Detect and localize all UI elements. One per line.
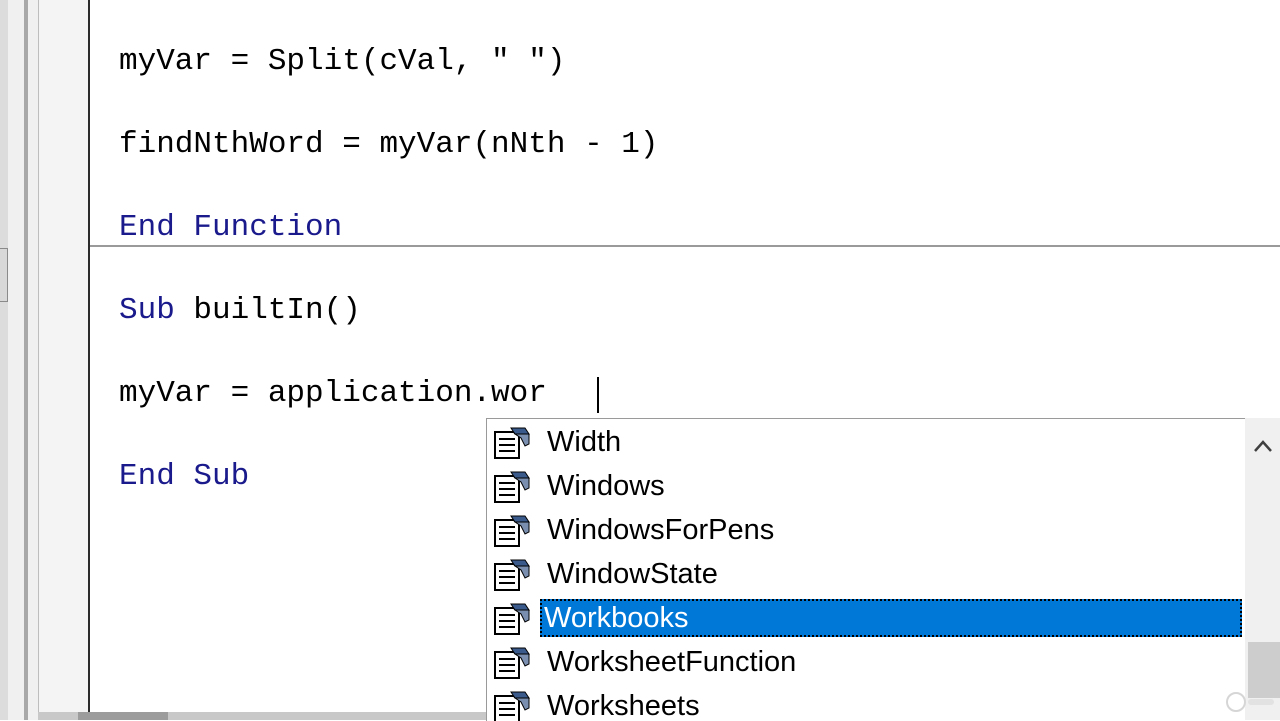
horizontal-scrollbar[interactable] bbox=[38, 712, 488, 720]
procedure-separator bbox=[90, 245, 1280, 247]
autocomplete-item[interactable]: WindowState bbox=[487, 553, 1247, 597]
keyword-function: Function bbox=[193, 210, 343, 245]
horizontal-scroll-thumb[interactable] bbox=[78, 712, 168, 720]
autocomplete-item-label: Width bbox=[547, 426, 622, 458]
autocomplete-item[interactable]: Worksheets bbox=[487, 685, 1247, 721]
autocomplete-item-label: WindowsForPens bbox=[547, 514, 775, 546]
keyword-end: End bbox=[119, 210, 175, 245]
property-icon bbox=[491, 470, 533, 504]
property-icon bbox=[491, 426, 533, 460]
code-line-current[interactable]: myVar = application.wor bbox=[119, 376, 547, 412]
scroll-up-icon[interactable] bbox=[1245, 426, 1280, 466]
keyword-sub: Sub bbox=[119, 293, 175, 328]
code-line-end-function[interactable]: End Function bbox=[119, 210, 342, 246]
property-icon bbox=[491, 690, 533, 721]
pane-scroll-button[interactable] bbox=[0, 248, 8, 302]
project-pane-edge bbox=[0, 0, 39, 720]
code-line-sub-builtin[interactable]: Sub builtIn() bbox=[119, 293, 361, 329]
code-line-findnthword[interactable]: findNthWord = myVar(nNth - 1) bbox=[119, 127, 659, 163]
keyword-sub: Sub bbox=[193, 459, 250, 494]
autocomplete-scrollbar[interactable] bbox=[1245, 418, 1280, 720]
autocomplete-item[interactable]: WorksheetFunction bbox=[487, 641, 1247, 685]
autocomplete-item[interactable]: WindowsForPens bbox=[487, 509, 1247, 553]
property-icon bbox=[491, 602, 533, 636]
autocomplete-item-label: Worksheets bbox=[547, 690, 700, 721]
property-icon bbox=[491, 558, 533, 592]
code-line-end-sub[interactable]: End Sub bbox=[119, 459, 249, 495]
autocomplete-item-label: Workbooks bbox=[540, 599, 1242, 637]
autocomplete-item[interactable]: Workbooks bbox=[487, 597, 1247, 641]
margin-indicator-bar[interactable] bbox=[39, 0, 90, 720]
autocomplete-item-label: WindowState bbox=[547, 558, 718, 590]
autocomplete-item[interactable]: Width bbox=[487, 421, 1247, 465]
property-icon bbox=[491, 514, 533, 548]
pane-splitter[interactable] bbox=[0, 0, 8, 720]
sub-signature: builtIn() bbox=[174, 293, 361, 328]
keyword-end: End bbox=[119, 459, 175, 494]
property-icon bbox=[491, 646, 533, 680]
watermark-logo bbox=[1222, 688, 1278, 716]
autocomplete-list[interactable]: Width Windows WindowsForPens WindowState Wor… bbox=[486, 418, 1280, 721]
autocomplete-item-label: Windows bbox=[547, 470, 665, 502]
text-caret bbox=[597, 377, 599, 413]
autocomplete-item[interactable]: Windows bbox=[487, 465, 1247, 509]
code-line-split[interactable]: myVar = Split(cVal, " ") bbox=[119, 44, 565, 80]
pane-divider bbox=[24, 0, 28, 720]
autocomplete-item-label: WorksheetFunction bbox=[547, 646, 797, 678]
